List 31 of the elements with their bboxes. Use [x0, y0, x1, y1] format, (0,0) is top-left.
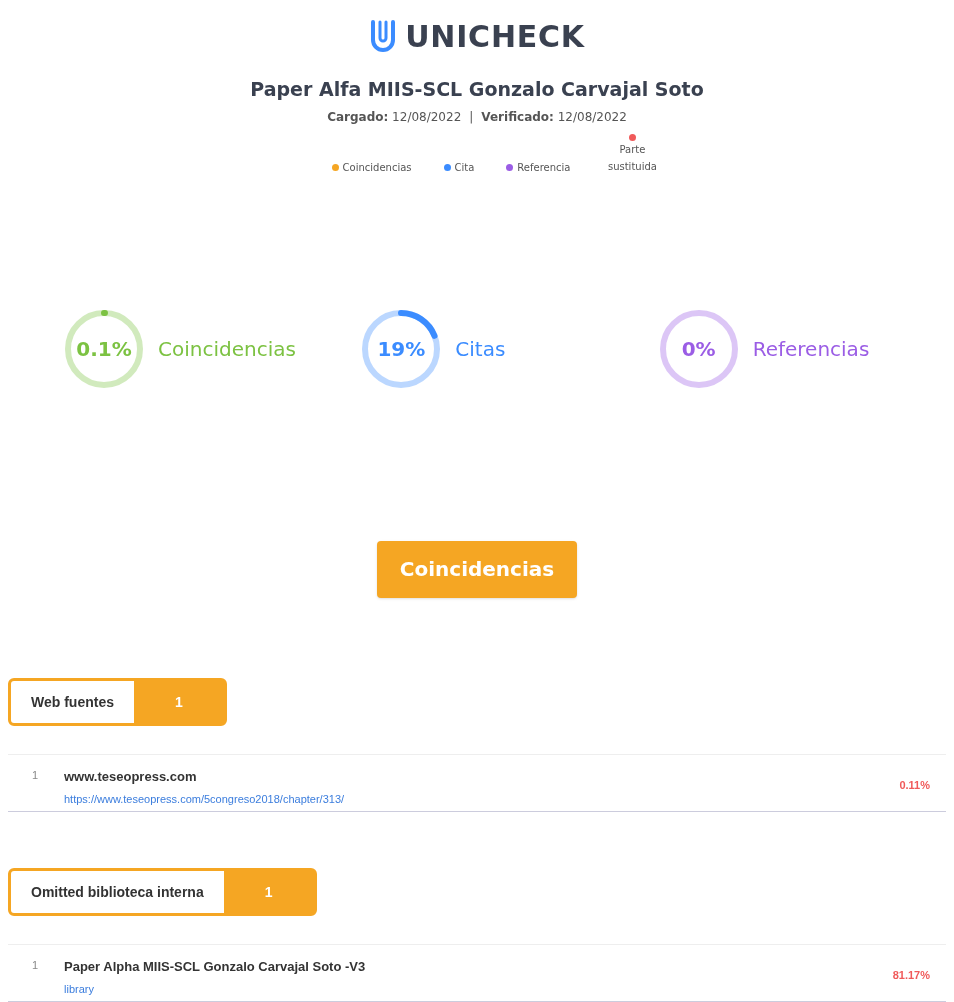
stat-label: Referencias [752, 335, 870, 363]
source-group-header[interactable]: Omitted biblioteca interna 1 [8, 868, 317, 916]
separator: | [469, 108, 474, 126]
stat-label: Citas [455, 335, 506, 363]
source-link[interactable]: https://www.teseopress.com/5congreso2018/chapter/313/ [64, 790, 900, 807]
group-count: 1 [174, 692, 184, 712]
source-name: www.teseopress.com [64, 768, 198, 786]
match-percent: 81.17% [892, 968, 930, 983]
legend-label: Parte sustituida [606, 142, 658, 174]
source-link[interactable]: library [64, 980, 893, 997]
stat-label: Coincidencias [158, 335, 296, 363]
legend-label: Coincidencias [342, 160, 412, 175]
logo-text: UNICHECK [405, 18, 585, 56]
group-count: 1 [263, 882, 274, 902]
verified-date: Verificado: 12/08/2022 [481, 108, 627, 126]
report-title: Paper Alfa MIIS-SCL Gonzalo Carvajal Soto [250, 77, 704, 102]
legend-label: Referencia [517, 160, 571, 175]
source-row[interactable]: 1 Paper Alpha MIIS-SCL Gonzalo Carvajal Soto -V3 library 81.17% [8, 944, 946, 1002]
percent-value: 0% [681, 335, 716, 363]
legend-label: Cita [454, 160, 475, 175]
source-row[interactable]: 1 www.teseopress.com https://www.teseopress.com/5congreso2018/chapter/313/ 0.11% [8, 754, 946, 812]
row-index: 1 [32, 958, 40, 973]
group-title: Web fuentes [11, 681, 134, 723]
row-index: 1 [32, 768, 40, 783]
uploaded-date: Cargado: 12/08/2022 [327, 108, 462, 126]
group-title: Omitted biblioteca interna [11, 871, 224, 913]
match-percent: 0.11% [899, 778, 930, 793]
source-name: Paper Alpha MIIS-SCL Gonzalo Carvajal Soto -V3 [64, 958, 367, 976]
percent-value: 19% [377, 335, 426, 363]
source-group-header[interactable]: Web fuentes 1 [8, 678, 227, 726]
percent-value: 0.1% [76, 335, 132, 363]
